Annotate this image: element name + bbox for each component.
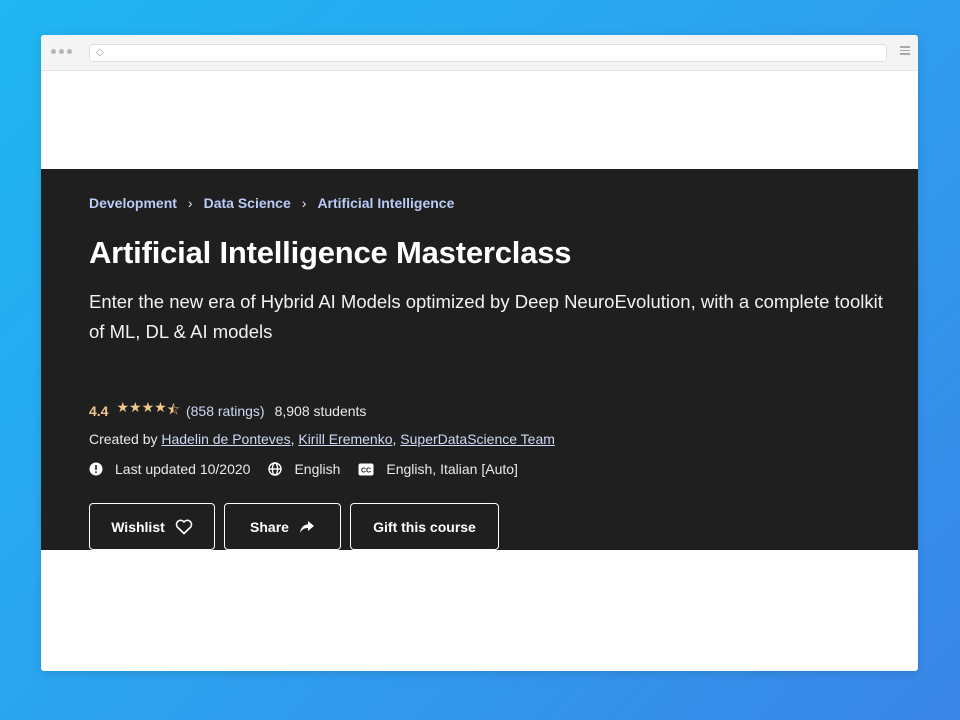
browser-toolbar: ◇ [41,35,918,71]
close-window-icon[interactable] [51,49,56,54]
chevron-right-icon: › [187,195,193,211]
last-updated-text: Last updated 10/2020 [115,461,251,477]
created-by: Created by Hadelin de Ponteves, Kirill E… [89,431,555,447]
star-icon: ★ [154,399,167,415]
star-icon: ★ [141,399,155,415]
course-subtitle: Enter the new era of Hybrid AI Models op… [89,291,883,342]
maximize-window-icon[interactable] [67,49,72,54]
minimize-window-icon[interactable] [59,49,64,54]
students-count: 8,908 students [274,403,367,419]
address-bar[interactable]: ◇ [89,44,887,62]
page-icon: ◇ [96,47,104,58]
browser-window: ◇ Development › Data Science › Artificia… [41,35,918,671]
share-arrow-icon [299,520,315,534]
author-link[interactable]: Kirill Eremenko [298,431,392,447]
breadcrumb: Development › Data Science › Artificial … [89,195,454,211]
window-controls [51,49,72,54]
breadcrumb-data-science[interactable]: Data Science [204,195,291,211]
share-label: Share [250,518,289,535]
star-icon: ★ [129,399,142,415]
breadcrumb-artificial-intelligence[interactable]: Artificial Intelligence [317,195,454,211]
course-header: Development › Data Science › Artificial … [41,169,918,550]
last-updated: Last updated 10/2020 [89,461,250,477]
rating-value: 4.4 [89,403,109,419]
gift-course-button[interactable]: Gift this course [350,503,499,550]
alert-badge-icon [89,462,103,476]
wishlist-button[interactable]: Wishlist [89,503,215,550]
ratings-count[interactable]: (858 ratings) [186,403,265,419]
rating-row: 4.4 ★ ★ ★ ★ ⯪ (858 ratings) 8,908 studen… [89,399,366,423]
globe-icon [268,462,283,476]
author-link[interactable]: SuperDataScience Team [400,431,555,447]
chevron-right-icon: › [301,195,307,211]
gift-label: Gift this course [373,518,476,535]
star-icon: ★ [116,399,130,415]
breadcrumb-development[interactable]: Development [89,195,177,211]
star-rating: ★ ★ ★ ★ ⯪ [116,399,180,423]
author-link[interactable]: Hadelin de Ponteves [161,431,290,447]
course-language: English [268,461,340,477]
captions-text: English, Italian [Auto] [386,461,518,477]
language-text: English [294,461,341,477]
heart-icon [175,519,193,535]
course-title: Artificial Intelligence Masterclass [89,235,572,270]
svg-text:CC: CC [361,467,371,474]
course-actions: Wishlist Share Gift this course [89,503,499,550]
share-button[interactable]: Share [224,503,341,550]
hamburger-menu-icon[interactable] [900,46,910,55]
closed-captions-icon: CC [358,463,374,476]
wishlist-label: Wishlist [111,518,165,535]
course-meta: Last updated 10/2020 English CC English,… [89,461,536,477]
half-star-icon: ⯪ [166,401,180,417]
created-by-label: Created by [89,431,158,447]
course-captions: CC English, Italian [Auto] [358,461,518,477]
